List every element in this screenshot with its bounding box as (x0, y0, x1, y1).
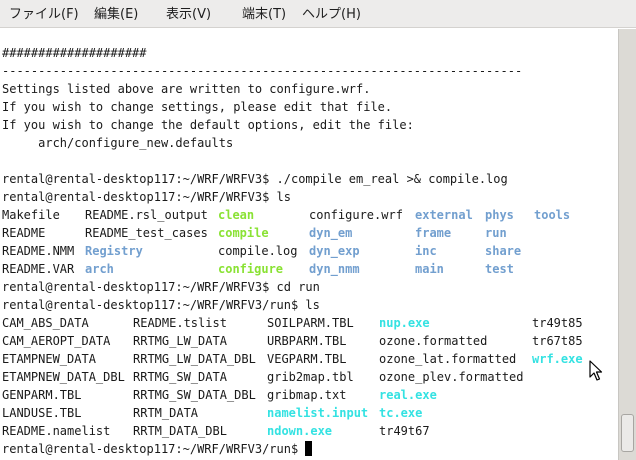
file-entry: CAM_AEROPT_DATA (2, 334, 111, 348)
text-cursor (305, 441, 313, 456)
terminal-line: #################### (2, 44, 147, 62)
file-entry: grib2map.tbl (267, 370, 354, 384)
file-entry: Makefile (2, 208, 60, 222)
file-entry: URBPARM.TBL (267, 334, 347, 348)
menu-file[interactable]: ファイル(F) (9, 6, 79, 24)
terminal-line: rental@rental-desktop117:~/WRF/WRFV3/run… (2, 440, 313, 458)
file-entry: share (485, 244, 522, 258)
file-entry: wrf.exe (532, 352, 583, 366)
file-entry: README.NMM (2, 244, 75, 258)
terminal-text: rental@rental-desktop117:~/WRF/WRFV3/run… (2, 298, 320, 312)
terminal-text: #################### (2, 46, 147, 60)
file-entry: tr49t85 (532, 316, 583, 330)
file-entry: RRTMG_SW_DATA (133, 370, 227, 384)
terminal-text: If you wish to change the default option… (2, 118, 414, 132)
terminal-line: rental@rental-desktop117:~/WRF/WRFV3$ ls (2, 188, 291, 206)
file-entry: tr67t85 (532, 334, 583, 348)
file-entry: RRTMG_LW_DATA_DBL (133, 352, 256, 366)
terminal-line: arch/configure_new.defaults (2, 134, 233, 152)
file-entry: dyn_exp (309, 244, 360, 258)
file-entry: RRTM_DATA (133, 406, 199, 420)
file-entry: inc (415, 244, 437, 258)
terminal-text: ----------------------------------------… (2, 64, 523, 78)
file-entry: dyn_nmm (309, 262, 360, 276)
scrollbar-thumb[interactable] (621, 414, 634, 452)
file-entry: run (485, 226, 507, 240)
file-entry: compile.log (218, 244, 298, 258)
file-entry: ETAMPNEW_DATA (2, 352, 96, 366)
file-entry: Registry (85, 244, 143, 258)
menu-edit[interactable]: 編集(E) (94, 6, 138, 24)
menu-terminal[interactable]: 端末(T) (242, 6, 286, 24)
terminal-line: If you wish to change the default option… (2, 116, 414, 134)
file-entry: nup.exe (379, 316, 430, 330)
file-entry: CAM_ABS_DATA (2, 316, 89, 330)
file-entry: SOILPARM.TBL (267, 316, 354, 330)
file-entry: README.VAR (2, 262, 75, 276)
file-entry: test (485, 262, 514, 276)
file-entry: namelist.input (267, 406, 369, 420)
file-entry: README.namelist (2, 424, 111, 438)
menu-bar: ファイル(F) 編集(E) 表示(V) 端末(T) ヘルプ(H) (0, 0, 636, 28)
file-entry: VEGPARM.TBL (267, 352, 347, 366)
file-entry: GENPARM.TBL (2, 388, 82, 402)
file-entry: README_test_cases (85, 226, 208, 240)
file-entry: tc.exe (379, 406, 423, 420)
file-entry: ozone_plev.formatted (379, 370, 524, 384)
file-entry: ozone_lat.formatted (379, 352, 517, 366)
file-entry: tr49t67 (379, 424, 430, 438)
file-entry: LANDUSE.TBL (2, 406, 82, 420)
terminal-text: If you wish to change settings, please e… (2, 100, 393, 114)
menu-help[interactable]: ヘルプ(H) (302, 6, 361, 24)
file-entry: ETAMPNEW_DATA_DBL (2, 370, 125, 384)
file-entry: RRTM_DATA_DBL (133, 424, 227, 438)
file-entry: README (2, 226, 46, 240)
file-entry: external (415, 208, 473, 222)
terminal-output[interactable]: #################### --------------------… (0, 29, 618, 460)
mouse-pointer-icon (589, 360, 603, 381)
terminal-text: Settings listed above are written to con… (2, 82, 371, 96)
vertical-scrollbar[interactable] (618, 29, 636, 460)
menu-view[interactable]: 表示(V) (166, 6, 211, 24)
terminal-text: rental@rental-desktop117:~/WRF/WRFV3$ cd… (2, 280, 320, 294)
file-entry: compile (218, 226, 269, 240)
file-entry: gribmap.txt (267, 388, 347, 402)
file-entry: tools (534, 208, 571, 222)
file-entry: README.tslist (133, 316, 227, 330)
terminal-line: ----------------------------------------… (2, 62, 522, 80)
file-entry: README.rsl_output (85, 208, 208, 222)
file-entry: frame (415, 226, 452, 240)
terminal-text: rental@rental-desktop117:~/WRF/WRFV3$ ls (2, 190, 291, 204)
file-entry: real.exe (379, 388, 437, 402)
terminal-line: rental@rental-desktop117:~/WRF/WRFV3$ ./… (2, 170, 508, 188)
file-entry: configure.wrf (309, 208, 403, 222)
terminal-line: rental@rental-desktop117:~/WRF/WRFV3/run… (2, 296, 320, 314)
file-entry: RRTMG_SW_DATA_DBL (133, 388, 256, 402)
file-entry: clean (218, 208, 255, 222)
file-entry: ozone.formatted (379, 334, 488, 348)
file-entry: dyn_em (309, 226, 353, 240)
terminal-text: rental@rental-desktop117:~/WRF/WRFV3/run… (2, 442, 306, 456)
file-entry: ndown.exe (267, 424, 333, 438)
file-entry: RRTMG_LW_DATA (133, 334, 227, 348)
file-entry: main (415, 262, 444, 276)
terminal-line: Settings listed above are written to con… (2, 80, 370, 98)
terminal-line: If you wish to change settings, please e… (2, 98, 392, 116)
terminal-text: arch/configure_new.defaults (2, 136, 234, 150)
file-entry: arch (85, 262, 114, 276)
file-entry: phys (485, 208, 514, 222)
terminal-text: rental@rental-desktop117:~/WRF/WRFV3$ ./… (2, 172, 508, 186)
file-entry: configure (218, 262, 284, 276)
terminal-line: rental@rental-desktop117:~/WRF/WRFV3$ cd… (2, 278, 320, 296)
